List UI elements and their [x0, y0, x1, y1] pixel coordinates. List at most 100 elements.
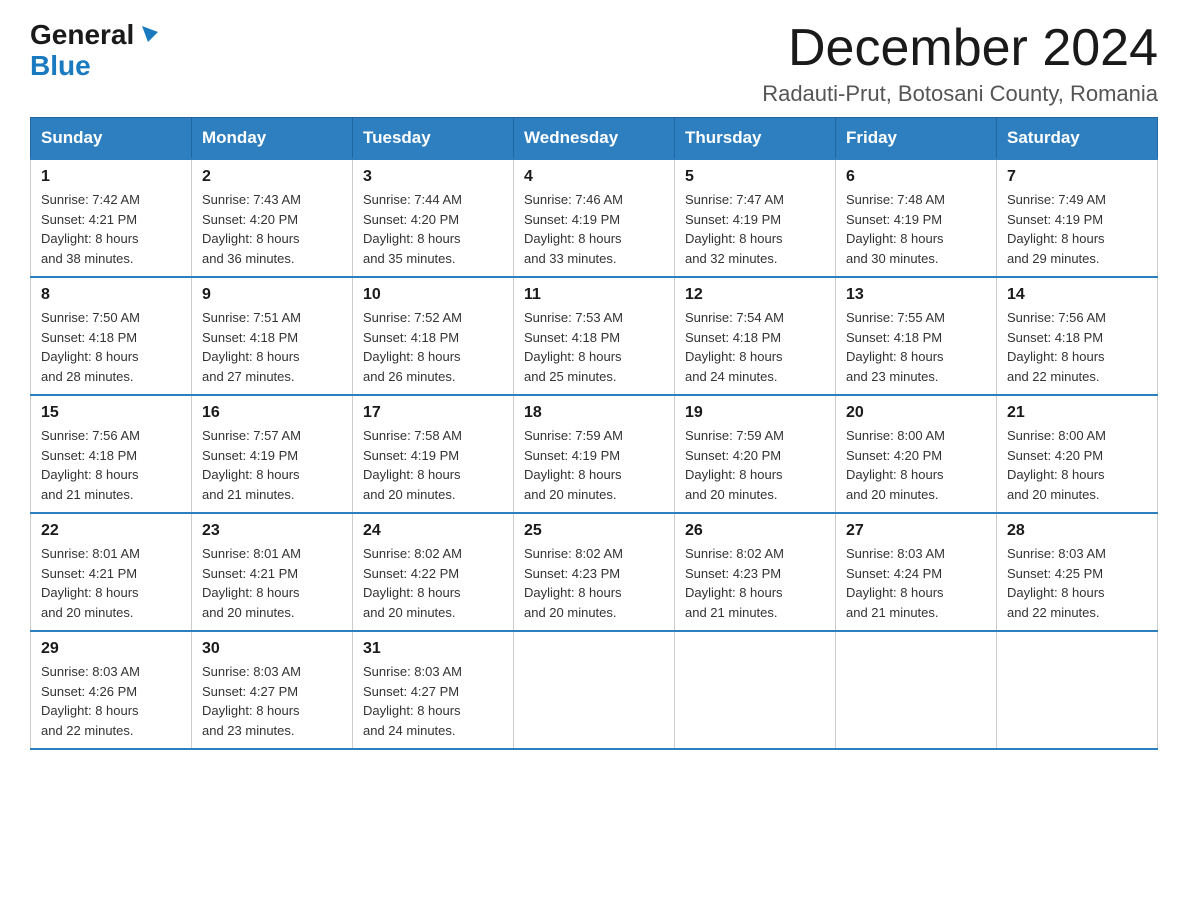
col-wednesday: Wednesday: [514, 118, 675, 160]
day-info: Sunrise: 8:01 AM Sunset: 4:21 PM Dayligh…: [41, 544, 181, 622]
day-number: 11: [524, 286, 664, 304]
calendar-cell: [836, 631, 997, 749]
day-number: 1: [41, 168, 181, 186]
day-number: 8: [41, 286, 181, 304]
day-info: Sunrise: 7:49 AM Sunset: 4:19 PM Dayligh…: [1007, 190, 1147, 268]
calendar-cell: 5 Sunrise: 7:47 AM Sunset: 4:19 PM Dayli…: [675, 159, 836, 277]
day-number: 15: [41, 404, 181, 422]
calendar-cell: 8 Sunrise: 7:50 AM Sunset: 4:18 PM Dayli…: [31, 277, 192, 395]
day-number: 18: [524, 404, 664, 422]
day-info: Sunrise: 8:03 AM Sunset: 4:27 PM Dayligh…: [202, 662, 342, 740]
month-title: December 2024: [762, 20, 1158, 77]
day-info: Sunrise: 7:42 AM Sunset: 4:21 PM Dayligh…: [41, 190, 181, 268]
calendar-table: Sunday Monday Tuesday Wednesday Thursday…: [30, 117, 1158, 750]
day-info: Sunrise: 8:00 AM Sunset: 4:20 PM Dayligh…: [1007, 426, 1147, 504]
day-number: 29: [41, 640, 181, 658]
calendar-cell: 6 Sunrise: 7:48 AM Sunset: 4:19 PM Dayli…: [836, 159, 997, 277]
day-info: Sunrise: 7:52 AM Sunset: 4:18 PM Dayligh…: [363, 308, 503, 386]
calendar-cell: [997, 631, 1158, 749]
col-sunday: Sunday: [31, 118, 192, 160]
day-info: Sunrise: 8:03 AM Sunset: 4:26 PM Dayligh…: [41, 662, 181, 740]
day-info: Sunrise: 7:48 AM Sunset: 4:19 PM Dayligh…: [846, 190, 986, 268]
calendar-week-row: 1 Sunrise: 7:42 AM Sunset: 4:21 PM Dayli…: [31, 159, 1158, 277]
calendar-cell: 10 Sunrise: 7:52 AM Sunset: 4:18 PM Dayl…: [353, 277, 514, 395]
calendar-cell: 30 Sunrise: 8:03 AM Sunset: 4:27 PM Dayl…: [192, 631, 353, 749]
col-friday: Friday: [836, 118, 997, 160]
day-number: 12: [685, 286, 825, 304]
calendar-cell: 23 Sunrise: 8:01 AM Sunset: 4:21 PM Dayl…: [192, 513, 353, 631]
calendar-cell: 4 Sunrise: 7:46 AM Sunset: 4:19 PM Dayli…: [514, 159, 675, 277]
day-number: 2: [202, 168, 342, 186]
day-number: 23: [202, 522, 342, 540]
day-info: Sunrise: 8:02 AM Sunset: 4:22 PM Dayligh…: [363, 544, 503, 622]
day-number: 10: [363, 286, 503, 304]
day-info: Sunrise: 7:56 AM Sunset: 4:18 PM Dayligh…: [1007, 308, 1147, 386]
day-info: Sunrise: 7:59 AM Sunset: 4:20 PM Dayligh…: [685, 426, 825, 504]
day-number: 31: [363, 640, 503, 658]
day-info: Sunrise: 7:57 AM Sunset: 4:19 PM Dayligh…: [202, 426, 342, 504]
day-number: 27: [846, 522, 986, 540]
calendar-cell: 1 Sunrise: 7:42 AM Sunset: 4:21 PM Dayli…: [31, 159, 192, 277]
day-number: 26: [685, 522, 825, 540]
day-info: Sunrise: 7:54 AM Sunset: 4:18 PM Dayligh…: [685, 308, 825, 386]
calendar-cell: 21 Sunrise: 8:00 AM Sunset: 4:20 PM Dayl…: [997, 395, 1158, 513]
calendar-cell: [514, 631, 675, 749]
day-number: 22: [41, 522, 181, 540]
calendar-cell: 9 Sunrise: 7:51 AM Sunset: 4:18 PM Dayli…: [192, 277, 353, 395]
day-number: 6: [846, 168, 986, 186]
calendar-cell: 18 Sunrise: 7:59 AM Sunset: 4:19 PM Dayl…: [514, 395, 675, 513]
day-number: 19: [685, 404, 825, 422]
calendar-cell: 15 Sunrise: 7:56 AM Sunset: 4:18 PM Dayl…: [31, 395, 192, 513]
calendar-cell: 24 Sunrise: 8:02 AM Sunset: 4:22 PM Dayl…: [353, 513, 514, 631]
day-info: Sunrise: 7:44 AM Sunset: 4:20 PM Dayligh…: [363, 190, 503, 268]
col-thursday: Thursday: [675, 118, 836, 160]
day-info: Sunrise: 8:00 AM Sunset: 4:20 PM Dayligh…: [846, 426, 986, 504]
day-number: 9: [202, 286, 342, 304]
day-number: 14: [1007, 286, 1147, 304]
day-info: Sunrise: 7:58 AM Sunset: 4:19 PM Dayligh…: [363, 426, 503, 504]
day-info: Sunrise: 8:02 AM Sunset: 4:23 PM Dayligh…: [524, 544, 664, 622]
day-number: 13: [846, 286, 986, 304]
calendar-cell: 19 Sunrise: 7:59 AM Sunset: 4:20 PM Dayl…: [675, 395, 836, 513]
calendar-cell: 31 Sunrise: 8:03 AM Sunset: 4:27 PM Dayl…: [353, 631, 514, 749]
day-info: Sunrise: 7:53 AM Sunset: 4:18 PM Dayligh…: [524, 308, 664, 386]
day-number: 7: [1007, 168, 1147, 186]
day-number: 24: [363, 522, 503, 540]
calendar-cell: [675, 631, 836, 749]
calendar-week-row: 8 Sunrise: 7:50 AM Sunset: 4:18 PM Dayli…: [31, 277, 1158, 395]
logo-triangle-icon: [138, 24, 160, 47]
day-info: Sunrise: 7:47 AM Sunset: 4:19 PM Dayligh…: [685, 190, 825, 268]
day-info: Sunrise: 7:59 AM Sunset: 4:19 PM Dayligh…: [524, 426, 664, 504]
calendar-week-row: 15 Sunrise: 7:56 AM Sunset: 4:18 PM Dayl…: [31, 395, 1158, 513]
title-section: December 2024 Radauti-Prut, Botosani Cou…: [762, 20, 1158, 107]
calendar-cell: 27 Sunrise: 8:03 AM Sunset: 4:24 PM Dayl…: [836, 513, 997, 631]
col-saturday: Saturday: [997, 118, 1158, 160]
calendar-cell: 22 Sunrise: 8:01 AM Sunset: 4:21 PM Dayl…: [31, 513, 192, 631]
day-number: 21: [1007, 404, 1147, 422]
logo: General Blue: [30, 20, 160, 82]
calendar-cell: 17 Sunrise: 7:58 AM Sunset: 4:19 PM Dayl…: [353, 395, 514, 513]
day-info: Sunrise: 8:01 AM Sunset: 4:21 PM Dayligh…: [202, 544, 342, 622]
day-info: Sunrise: 8:03 AM Sunset: 4:27 PM Dayligh…: [363, 662, 503, 740]
day-info: Sunrise: 8:03 AM Sunset: 4:25 PM Dayligh…: [1007, 544, 1147, 622]
day-info: Sunrise: 7:46 AM Sunset: 4:19 PM Dayligh…: [524, 190, 664, 268]
logo-blue-text: Blue: [30, 50, 91, 81]
page-header: General Blue December 2024 Radauti-Prut,…: [30, 20, 1158, 107]
logo-general-text: General: [30, 20, 134, 51]
day-info: Sunrise: 7:55 AM Sunset: 4:18 PM Dayligh…: [846, 308, 986, 386]
day-number: 4: [524, 168, 664, 186]
day-number: 5: [685, 168, 825, 186]
calendar-cell: 26 Sunrise: 8:02 AM Sunset: 4:23 PM Dayl…: [675, 513, 836, 631]
day-number: 30: [202, 640, 342, 658]
day-info: Sunrise: 8:02 AM Sunset: 4:23 PM Dayligh…: [685, 544, 825, 622]
calendar-header-row: Sunday Monday Tuesday Wednesday Thursday…: [31, 118, 1158, 160]
calendar-cell: 12 Sunrise: 7:54 AM Sunset: 4:18 PM Dayl…: [675, 277, 836, 395]
day-number: 20: [846, 404, 986, 422]
day-number: 16: [202, 404, 342, 422]
day-info: Sunrise: 7:50 AM Sunset: 4:18 PM Dayligh…: [41, 308, 181, 386]
calendar-cell: 13 Sunrise: 7:55 AM Sunset: 4:18 PM Dayl…: [836, 277, 997, 395]
calendar-cell: 16 Sunrise: 7:57 AM Sunset: 4:19 PM Dayl…: [192, 395, 353, 513]
day-number: 28: [1007, 522, 1147, 540]
calendar-cell: 25 Sunrise: 8:02 AM Sunset: 4:23 PM Dayl…: [514, 513, 675, 631]
day-info: Sunrise: 8:03 AM Sunset: 4:24 PM Dayligh…: [846, 544, 986, 622]
